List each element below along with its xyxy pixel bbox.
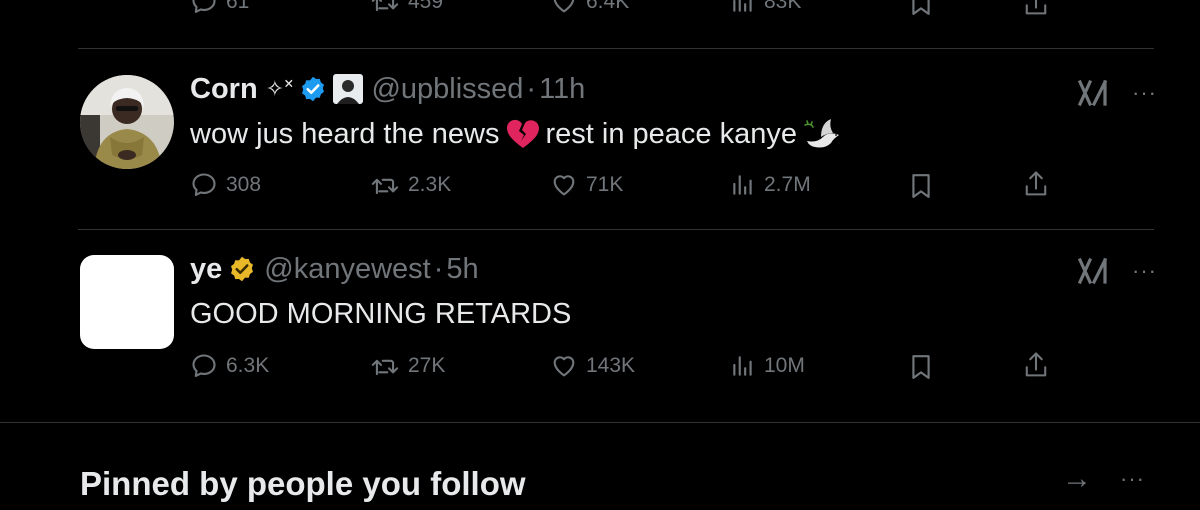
avatar[interactable]: [80, 75, 174, 169]
more-icon[interactable]: ···: [1132, 80, 1157, 106]
views-count: 83K: [764, 0, 802, 13]
bar-chart-icon: [733, 0, 752, 12]
bookmark-button[interactable]: [908, 171, 934, 201]
bar-chart-icon: [733, 175, 752, 195]
like-button[interactable]: 6.4K: [550, 0, 629, 16]
retweet-button[interactable]: 27K: [370, 352, 445, 380]
reply-button[interactable]: 308: [190, 171, 261, 199]
tweet-top-actions: ···: [1078, 79, 1157, 107]
retweet-count: 2.3K: [408, 173, 452, 196]
tweet-text-content: GOOD MORNING RETARDS: [190, 298, 572, 330]
heart-icon: [553, 356, 575, 377]
bookmark-icon: [912, 355, 930, 379]
views-count: 10M: [764, 354, 805, 377]
separator: ·: [433, 253, 444, 285]
share-button[interactable]: [1022, 350, 1050, 380]
retweet-button[interactable]: 459: [370, 0, 443, 16]
separator: ·: [526, 73, 537, 105]
speech-bubble-icon: [192, 354, 216, 377]
name-symbols: ✧˟: [265, 76, 294, 101]
tweet-header: ye @kanyewest · 5h: [190, 251, 479, 287]
retweet-icon: [371, 178, 399, 195]
bookmark-icon: [912, 0, 930, 15]
tweet[interactable]: ye @kanyewest · 5h GOOD MORNING RETARDS …: [0, 230, 1200, 420]
retweet-count: 459: [408, 0, 444, 13]
retweet-button[interactable]: 2.3K: [370, 171, 451, 199]
reply-count: 308: [226, 173, 262, 196]
timestamp[interactable]: 5h: [446, 251, 478, 287]
broken-heart-icon: [506, 118, 540, 150]
like-button[interactable]: 143K: [550, 352, 635, 380]
display-name[interactable]: Corn: [190, 71, 258, 107]
verified-gold-badge-icon: [228, 255, 256, 283]
avatar-image: [80, 75, 174, 169]
grok-icon[interactable]: [1078, 257, 1108, 285]
grok-icon[interactable]: [1078, 79, 1108, 107]
tweet-top-actions: ···: [1078, 257, 1157, 285]
reply-button[interactable]: 61: [190, 0, 249, 16]
tweet-text-part1: wow jus heard the news: [190, 118, 500, 150]
handle[interactable]: @upblissed: [371, 71, 523, 107]
tweet-text: wow jus heard the news rest in peace kan…: [190, 116, 847, 152]
timestamp[interactable]: 11h: [539, 71, 585, 107]
reply-count: 6.3K: [226, 354, 270, 377]
speech-bubble-icon: [192, 173, 216, 196]
affiliate-avatar[interactable]: [333, 74, 364, 104]
views-button[interactable]: 83K: [730, 0, 801, 16]
avatar[interactable]: [80, 255, 174, 349]
dove-icon: [803, 117, 841, 151]
views-button[interactable]: 10M: [730, 352, 805, 380]
share-icon: [1025, 0, 1047, 15]
section-actions: → ···: [1062, 462, 1145, 496]
reply-count: 61: [226, 0, 250, 13]
retweet-count: 27K: [408, 354, 446, 377]
bookmark-button[interactable]: [908, 352, 934, 382]
retweet-icon: [371, 359, 399, 376]
prev-tweet-actions: 61 459 6.4K 83K: [0, 0, 1200, 20]
more-icon[interactable]: ···: [1132, 258, 1157, 284]
arrow-right-icon[interactable]: →: [1062, 462, 1092, 496]
share-icon: [1025, 171, 1047, 196]
like-count: 71K: [586, 173, 624, 196]
like-count: 6.4K: [586, 0, 630, 13]
section-title: Pinned by people you follow: [80, 465, 526, 502]
like-count: 143K: [586, 354, 636, 377]
views-count: 2.7M: [764, 173, 811, 196]
views-button[interactable]: 2.7M: [730, 171, 811, 199]
tweet-text: GOOD MORNING RETARDS: [190, 296, 571, 332]
like-button[interactable]: 71K: [550, 171, 623, 199]
bookmark-icon: [912, 174, 930, 198]
share-button[interactable]: [1022, 169, 1050, 199]
bookmark-button[interactable]: [908, 0, 934, 18]
heart-icon: [553, 0, 575, 13]
heart-icon: [553, 175, 575, 196]
retweet-icon: [371, 0, 399, 12]
tweet[interactable]: Corn ✧˟ @upblissed · 11h wow jus heard t…: [0, 49, 1200, 229]
share-icon: [1025, 352, 1047, 377]
bar-chart-icon: [733, 356, 752, 376]
tweet-text-part2: rest in peace kanye: [545, 118, 797, 150]
share-button[interactable]: [1022, 0, 1050, 18]
more-icon[interactable]: ···: [1120, 466, 1145, 492]
verified-badge-icon: [299, 75, 327, 103]
handle[interactable]: @kanyewest: [264, 251, 430, 287]
speech-bubble-icon: [192, 0, 216, 13]
reply-button[interactable]: 6.3K: [190, 352, 269, 380]
display-name[interactable]: ye: [190, 251, 222, 287]
section-divider: [0, 422, 1200, 423]
tweet-header: Corn ✧˟ @upblissed · 11h: [190, 71, 585, 107]
